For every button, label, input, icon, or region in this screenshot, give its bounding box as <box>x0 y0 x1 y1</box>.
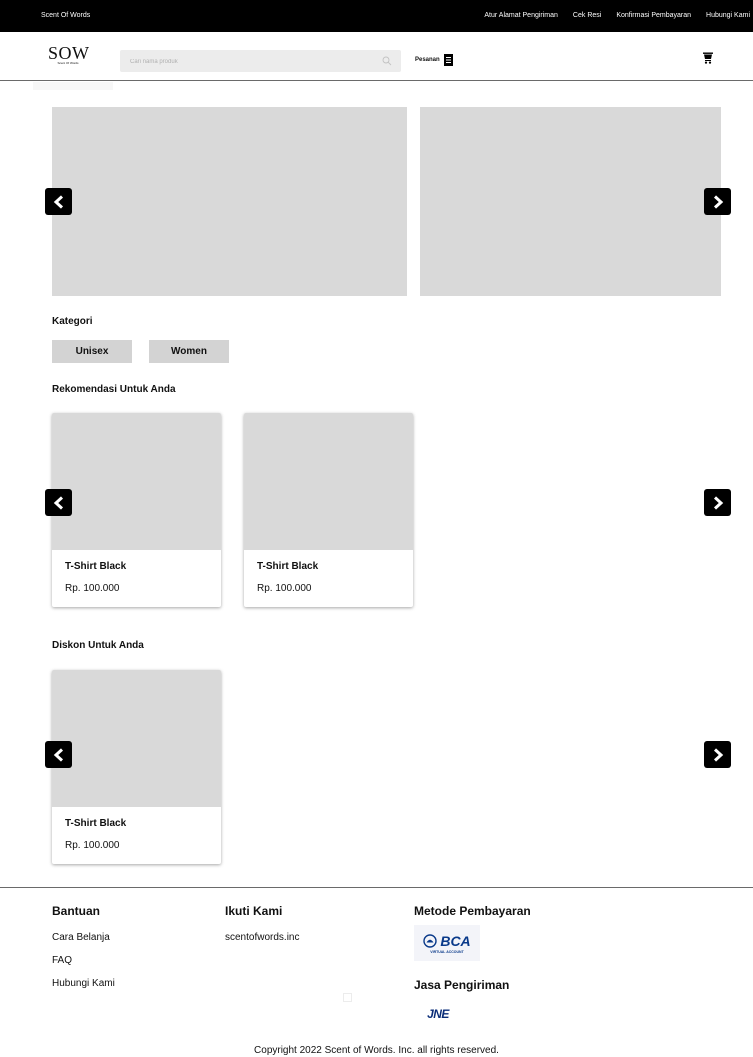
top-bar: Scent Of Words Atur Alamat Pengiriman Ce… <box>0 0 753 32</box>
diskon-title: Diskon Untuk Anda <box>52 640 144 651</box>
product-card[interactable]: T-Shirt Black Rp. 100.000 <box>52 670 221 864</box>
footer-link-cara-belanja[interactable]: Cara Belanja <box>52 932 110 943</box>
product-name: T-Shirt Black <box>65 818 127 829</box>
faint-placeholder <box>343 993 352 1002</box>
footer-link-hubungi-kami[interactable]: Hubungi Kami <box>52 978 115 989</box>
chevron-left-icon <box>53 194 63 209</box>
copyright-text: Copyright 2022 Scent of Words. Inc. all … <box>254 1045 499 1056</box>
hero-prev-button[interactable] <box>45 188 72 215</box>
product-price: Rp. 100.000 <box>257 583 312 594</box>
bca-logo-text: BCA <box>440 932 471 949</box>
product-image <box>244 413 413 550</box>
link-cek-resi[interactable]: Cek Resi <box>573 12 601 19</box>
footer-ikuti-title: Ikuti Kami <box>225 904 283 918</box>
product-card[interactable]: T-Shirt Black Rp. 100.000 <box>52 413 221 607</box>
product-price: Rp. 100.000 <box>65 840 120 851</box>
search-input[interactable] <box>120 51 360 73</box>
search-icon[interactable] <box>382 56 392 66</box>
bca-logo-subtext: VIRTUAL ACCOUNT <box>430 949 464 954</box>
link-hubungi-kami[interactable]: Hubungi Kami <box>706 12 750 19</box>
cart-icon[interactable] <box>703 52 713 64</box>
product-image <box>52 670 221 807</box>
product-name: T-Shirt Black <box>65 561 127 572</box>
product-image <box>52 413 221 550</box>
main-header: SOW Scent Of Words Pesanan <box>0 32 753 81</box>
rekomendasi-title: Rekomendasi Untuk Anda <box>52 384 176 395</box>
kategori-title: Kategori <box>52 316 93 327</box>
header-underlay <box>33 82 113 90</box>
hero-next-button[interactable] <box>704 188 731 215</box>
jne-logo-text: JNE <box>427 1007 449 1021</box>
footer-bantuan-title: Bantuan <box>52 904 100 918</box>
bca-emblem-icon <box>423 933 438 948</box>
footer-jasa-title: Jasa Pengiriman <box>414 978 510 992</box>
chevron-right-icon <box>713 495 723 510</box>
document-icon <box>443 54 453 66</box>
hero-slide-main[interactable] <box>52 107 407 296</box>
pesanan-button[interactable]: Pesanan <box>415 54 453 66</box>
rekomendasi-next-button[interactable] <box>704 489 731 516</box>
jne-logo: JNE <box>414 1004 462 1024</box>
chevron-left-icon <box>53 495 63 510</box>
link-konfirmasi-pembayaran[interactable]: Konfirmasi Pembayaran <box>616 12 691 19</box>
product-price: Rp. 100.000 <box>65 583 120 594</box>
bca-logo: BCA VIRTUAL ACCOUNT <box>414 925 480 961</box>
link-atur-alamat[interactable]: Atur Alamat Pengiriman <box>484 12 558 19</box>
footer-metode-title: Metode Pembayaran <box>414 904 531 918</box>
rekomendasi-prev-button[interactable] <box>45 489 72 516</box>
hero-slide-side[interactable] <box>420 107 721 296</box>
logo-text: SOW <box>48 43 90 63</box>
search-bar <box>120 50 401 73</box>
category-chip-women[interactable]: Women <box>149 340 229 363</box>
footer-link-faq[interactable]: FAQ <box>52 955 72 966</box>
logo[interactable]: SOW Scent Of Words <box>48 43 90 65</box>
chevron-right-icon <box>713 747 723 762</box>
product-name: T-Shirt Black <box>257 561 319 572</box>
category-chip-unisex[interactable]: Unisex <box>52 340 132 363</box>
top-bar-brand: Scent Of Words <box>41 12 91 19</box>
diskon-prev-button[interactable] <box>45 741 72 768</box>
diskon-next-button[interactable] <box>704 741 731 768</box>
top-bar-links: Atur Alamat Pengiriman Cek Resi Konfirma… <box>484 12 753 19</box>
footer-link-social[interactable]: scentofwords.inc <box>225 932 299 943</box>
product-card[interactable]: T-Shirt Black Rp. 100.000 <box>244 413 413 607</box>
chevron-right-icon <box>713 194 723 209</box>
pesanan-label: Pesanan <box>415 57 440 63</box>
chevron-left-icon <box>53 747 63 762</box>
footer-divider <box>0 887 753 888</box>
